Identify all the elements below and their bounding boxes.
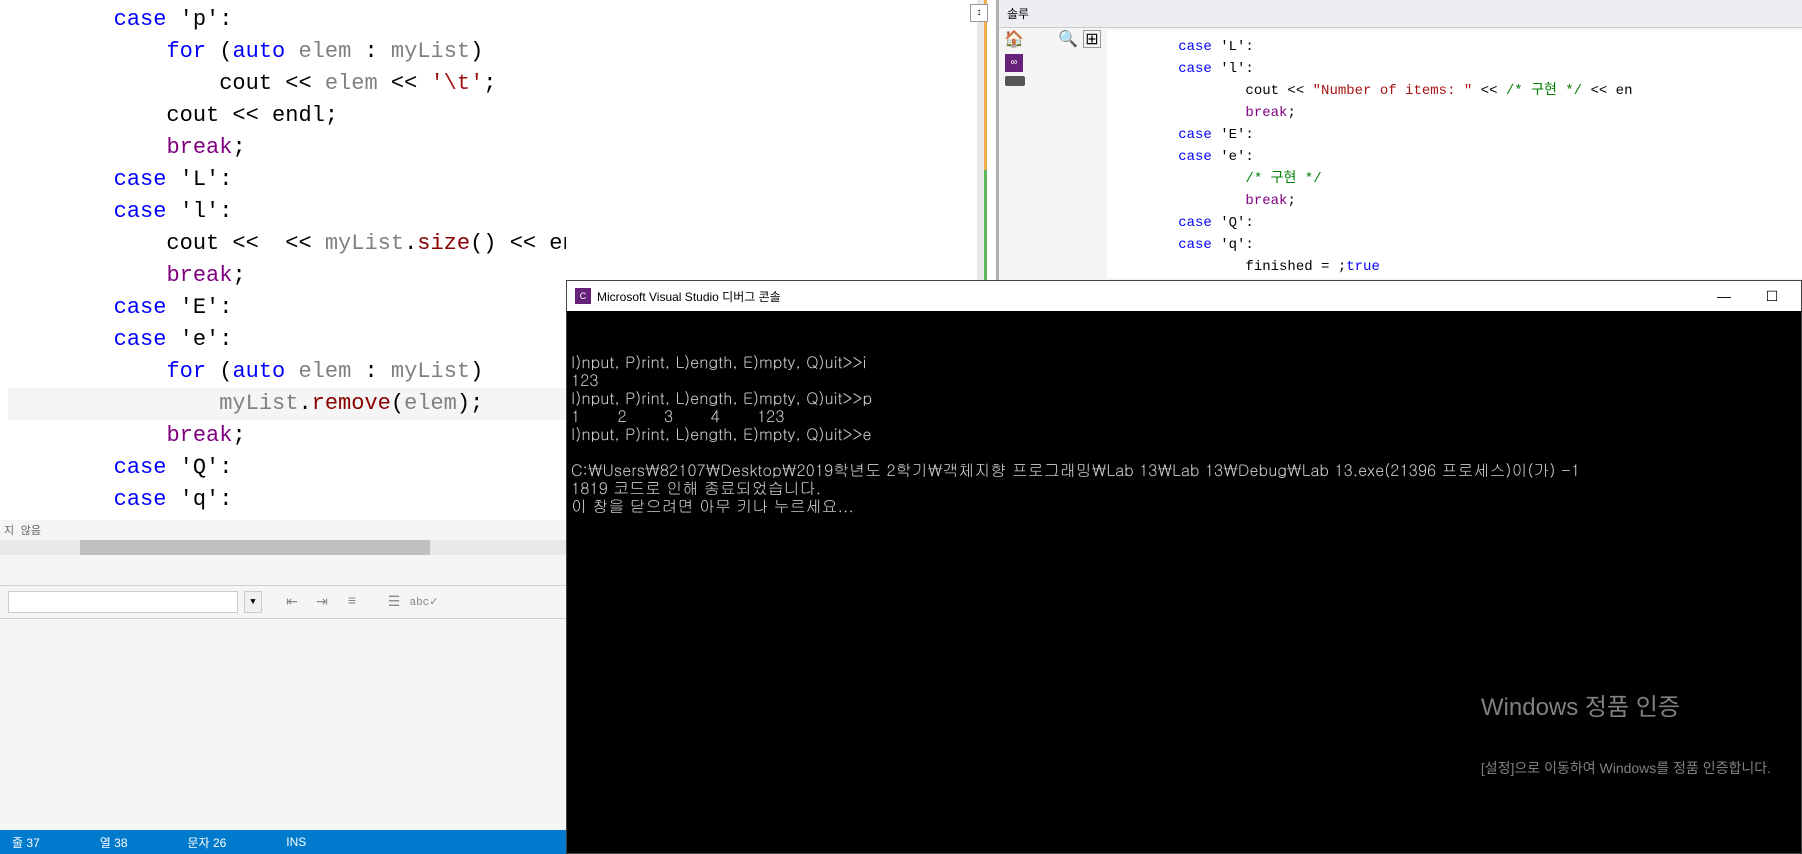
- watermark-title: Windows 정품 인증: [1481, 699, 1771, 717]
- code-line[interactable]: case 'E':: [1111, 124, 1802, 146]
- home-icon[interactable]: 🏠: [1005, 30, 1023, 48]
- change-indicator-yellow: [984, 0, 987, 170]
- console-app-icon: C: [575, 288, 591, 304]
- code-line[interactable]: case 'e':: [1111, 146, 1802, 168]
- search-dropdown-icon[interactable]: ▼: [244, 591, 262, 613]
- console-output[interactable]: I)nput, P)rint, L)ength, E)mpty, Q)uit>>…: [567, 311, 1801, 853]
- status-char: 문자 26: [188, 834, 227, 851]
- code-line[interactable]: case 'p':: [8, 4, 566, 36]
- console-title: Microsoft Visual Studio 디버그 콘솔: [597, 288, 781, 305]
- code-line[interactable]: case 'l':: [8, 196, 566, 228]
- abc-spellcheck-icon[interactable]: abc✓: [412, 591, 436, 613]
- main-code-editor[interactable]: case 'p': for (auto elem : myList) cout …: [0, 0, 566, 520]
- code-line[interactable]: case 'E':: [8, 292, 566, 324]
- solution-explorer-header: 솔루: [999, 0, 1802, 28]
- secondary-code-editor[interactable]: case 'L': case 'l': cout << "Number of i…: [1107, 30, 1802, 278]
- console-line: I)nput, P)rint, L)ength, E)mpty, Q)uit>>…: [571, 353, 1797, 371]
- code-line[interactable]: case 'Q':: [1111, 212, 1802, 234]
- code-line[interactable]: break;: [1111, 102, 1802, 124]
- code-line[interactable]: cout << elem << '\t';: [8, 68, 566, 100]
- code-line[interactable]: case 'L':: [1111, 36, 1802, 58]
- split-handle-icon[interactable]: ↕: [970, 4, 988, 22]
- console-titlebar[interactable]: C Microsoft Visual Studio 디버그 콘솔 — ☐: [567, 281, 1801, 311]
- console-line: 이 창을 닫으려면 아무 키나 누르세요...: [571, 497, 1797, 515]
- scrollbar-thumb[interactable]: [80, 540, 430, 555]
- console-line: I)nput, P)rint, L)ength, E)mpty, Q)uit>>…: [571, 425, 1797, 443]
- code-line[interactable]: case 'q':: [8, 484, 566, 516]
- code-line[interactable]: for (auto elem : myList): [8, 356, 566, 388]
- indent-icon[interactable]: ≡: [340, 591, 364, 613]
- search-icon[interactable]: 🔍: [1059, 30, 1077, 48]
- indent-decrease-icon[interactable]: ⇤: [280, 591, 304, 613]
- search-input[interactable]: [8, 591, 238, 613]
- status-line: 줄 37: [12, 834, 40, 851]
- code-line[interactable]: break;: [8, 132, 566, 164]
- windows-activation-watermark: Windows 정품 인증 [설정]으로 이동하여 Windows를 정품 인증…: [1481, 663, 1771, 813]
- indent-increase-icon[interactable]: ⇥: [310, 591, 334, 613]
- code-line[interactable]: case 'l':: [1111, 58, 1802, 80]
- code-line[interactable]: finished = ;true: [1111, 256, 1802, 278]
- code-line[interactable]: case 'e':: [8, 324, 566, 356]
- code-line[interactable]: cout << "Number of items: " << /* 구현 */ …: [1111, 80, 1802, 102]
- code-line[interactable]: /* 구현 */: [1111, 168, 1802, 190]
- code-line[interactable]: cout << << myList.size() << endl;: [8, 228, 566, 260]
- status-col: 열 38: [100, 834, 128, 851]
- properties-icon[interactable]: ⊞: [1083, 30, 1101, 48]
- solution-explorer-label: 솔루: [1007, 5, 1029, 22]
- maximize-icon[interactable]: ☐: [1757, 288, 1787, 305]
- code-line[interactable]: case 'q':: [1111, 234, 1802, 256]
- code-line[interactable]: for (auto elem : myList): [8, 36, 566, 68]
- vs-logo-icon[interactable]: ∞: [1005, 54, 1023, 72]
- code-line[interactable]: break;: [8, 420, 566, 452]
- watermark-subtitle: [설정]으로 이동하여 Windows를 정품 인증합니다.: [1481, 759, 1771, 777]
- code-line[interactable]: cout << endl;: [8, 100, 566, 132]
- code-line[interactable]: case 'L':: [8, 164, 566, 196]
- code-line[interactable]: case 'Q':: [8, 452, 566, 484]
- list-task-icon[interactable]: ☰: [382, 591, 406, 613]
- debug-console-window: C Microsoft Visual Studio 디버그 콘솔 — ☐ I)n…: [566, 280, 1802, 854]
- minimize-icon[interactable]: —: [1709, 288, 1739, 305]
- status-ins: INS: [286, 835, 306, 849]
- code-line[interactable]: myList.remove(elem);: [8, 388, 566, 420]
- code-line[interactable]: break;: [1111, 190, 1802, 212]
- code-line[interactable]: break;: [8, 260, 566, 292]
- toolbar-item-icon[interactable]: [1005, 76, 1025, 86]
